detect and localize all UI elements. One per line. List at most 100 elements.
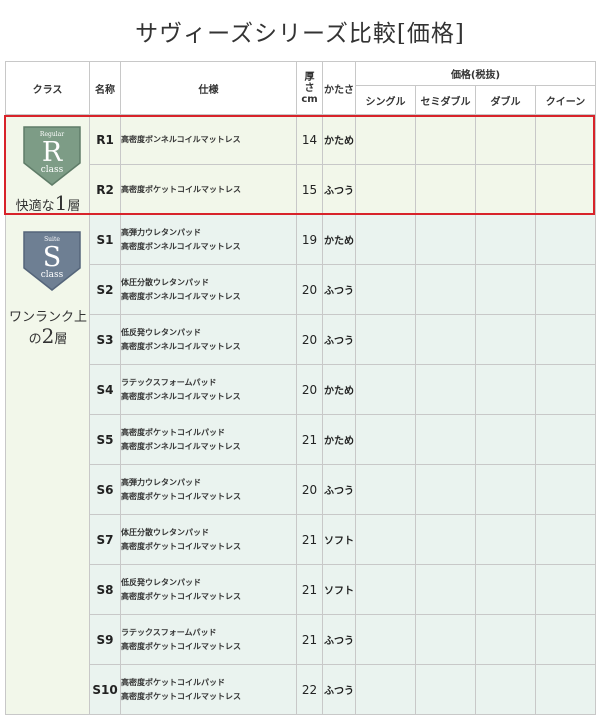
hardness-cell: かため	[322, 114, 356, 165]
price-single-cell	[355, 264, 416, 315]
model-code: S6	[89, 464, 121, 515]
header-hardness: かたさ	[322, 61, 356, 115]
price-queen-cell	[534, 414, 597, 465]
price-single-cell	[355, 364, 416, 415]
price-double-cell	[475, 214, 536, 265]
price-queen-cell	[534, 214, 597, 265]
price-queen-cell	[534, 664, 597, 715]
spec-line-1: ラテックスフォームパッド	[121, 627, 217, 637]
table-row: S7 体圧分散ウレタンパッド 高密度ポケットコイルマットレス 21 ソフト	[6, 514, 597, 565]
class-column: Regular Rclass 快適な1層 Suite Sclass ワンランク上 の2層	[5, 114, 90, 715]
price-queen-cell	[534, 314, 597, 365]
price-double-cell	[475, 514, 536, 565]
header-thickness-1: 厚	[304, 71, 315, 83]
header-thickness-2: さ	[304, 82, 315, 94]
thickness-cell: 19	[296, 214, 323, 265]
spec-line-1: 高密度ボンネルコイルマットレス	[121, 134, 241, 144]
spec-line-1: ラテックスフォームパッド	[121, 377, 217, 387]
suite-class-caption: ワンランク上 の2層	[8, 310, 87, 348]
model-code: S10	[89, 664, 121, 715]
thickness-cell: 21	[296, 564, 323, 615]
price-queen-cell	[534, 514, 597, 565]
page-title: サヴィーズシリーズ比較[価格]	[135, 21, 465, 47]
spec-cell: 高弾力ウレタンパッド 高密度ポケットコイルマットレス	[120, 464, 297, 515]
header-queen: クイーン	[534, 85, 597, 115]
suite-badge-word: class	[41, 270, 64, 280]
spec-line-2: 高密度ポケットコイルマットレス	[121, 541, 241, 551]
price-queen-cell	[534, 164, 597, 215]
hardness-cell: ふつう	[322, 614, 356, 665]
hardness-cell: ふつう	[322, 664, 356, 715]
model-code: S9	[89, 614, 121, 665]
price-double-cell	[475, 564, 536, 615]
spec-cell: ラテックスフォームパッド高密度ボンネルコイルマットレス	[120, 364, 297, 415]
table-row: S5 高密度ポケットコイルパッド 高密度ボンネルコイルマットレス 21 かため	[6, 414, 597, 465]
model-code: S7	[89, 514, 121, 565]
price-semi-double-cell	[415, 264, 476, 315]
regular-badge-letter: R	[42, 137, 63, 168]
header-semi-double: セミダブル	[415, 85, 476, 115]
thickness-cell: 20	[296, 264, 323, 315]
price-single-cell	[355, 514, 416, 565]
spec-line-1: 低反発ウレタンパッド	[121, 577, 201, 587]
comparison-table: クラス 名称 仕様 厚 さ cm かたさ 価格(税抜) シングル セミダブル ダ…	[5, 61, 597, 715]
thickness-cell: 15	[296, 164, 323, 215]
table-row: R2 高密度ポケットコイルマットレス 15 ふつう	[6, 164, 597, 215]
price-double-cell	[475, 614, 536, 665]
header-price: 価格(税抜)	[354, 61, 597, 86]
price-double-cell	[475, 264, 536, 315]
price-queen-cell	[534, 264, 597, 315]
price-semi-double-cell	[415, 214, 476, 265]
price-double-cell	[475, 114, 536, 165]
price-single-cell	[355, 564, 416, 615]
hardness-cell: ふつう	[322, 314, 356, 365]
spec-cell: 高弾力ウレタンパッド 高密度ボンネルコイルマットレス	[120, 214, 297, 265]
hardness-cell: ふつう	[322, 464, 356, 515]
price-double-cell	[475, 664, 536, 715]
suite-badge-letter: S	[43, 242, 62, 273]
header-class: クラス	[5, 61, 90, 115]
price-semi-double-cell	[415, 564, 476, 615]
price-semi-double-cell	[415, 414, 476, 465]
price-queen-cell	[534, 464, 597, 515]
model-code: S5	[89, 414, 121, 465]
table-row: Regular Rclass 快適な1層 Suite Sclass ワンランク上 の2層 R1…	[5, 114, 597, 715]
price-semi-double-cell	[415, 664, 476, 715]
regular-class-badge-icon: RegularRclass	[23, 126, 81, 186]
model-code: S8	[89, 564, 121, 615]
price-queen-cell	[534, 364, 597, 415]
hardness-cell: ふつう	[322, 264, 356, 315]
model-code: S2	[89, 264, 121, 315]
price-single-cell	[355, 314, 416, 365]
spec-line-1: 高弾力ウレタンパッド	[121, 477, 201, 487]
price-queen-cell	[534, 614, 597, 665]
price-double-cell	[475, 364, 536, 415]
price-double-cell	[475, 314, 536, 365]
table-row: S1 高弾力ウレタンパッド 高密度ボンネルコイルマットレス 19 かため	[6, 214, 597, 265]
spec-line-1: 高密度ポケットコイルマットレス	[121, 184, 241, 194]
model-code: S3	[89, 314, 121, 365]
price-semi-double-cell	[415, 614, 476, 665]
spec-line-2: 高密度ボンネルコイルマットレス	[121, 441, 241, 451]
spec-line-2: 高密度ボンネルコイルマットレス	[121, 391, 241, 401]
spec-cell: 低反発ウレタンパッド 高密度ポケットコイルマットレス	[120, 564, 297, 615]
model-code: R2	[89, 164, 121, 215]
thickness-cell: 21	[296, 514, 323, 565]
spec-line-1: 体圧分散ウレタンパッド	[121, 277, 209, 287]
regular-badge-word: class	[41, 165, 64, 175]
price-single-cell	[355, 464, 416, 515]
price-double-cell	[475, 414, 536, 465]
spec-line-1: 体圧分散ウレタンパッド	[121, 527, 209, 537]
header-thickness: 厚 さ cm	[296, 61, 323, 115]
table-row: S4 ラテックスフォームパッド 高密度ボンネルコイルマットレス 20 かため	[6, 364, 597, 415]
price-single-cell	[355, 164, 416, 215]
price-semi-double-cell	[415, 164, 476, 215]
price-single-cell	[355, 614, 416, 665]
regular-class-caption: 快適な1層	[15, 191, 81, 215]
thickness-cell: 20	[296, 464, 323, 515]
price-semi-double-cell	[415, 114, 476, 165]
spec-line-2: 高密度ポケットコイルマットレス	[121, 691, 241, 701]
spec-line-1: 高密度ポケットコイルパッド	[121, 427, 225, 437]
hardness-cell: ふつう	[322, 164, 356, 215]
header-name: 名称	[89, 61, 121, 115]
